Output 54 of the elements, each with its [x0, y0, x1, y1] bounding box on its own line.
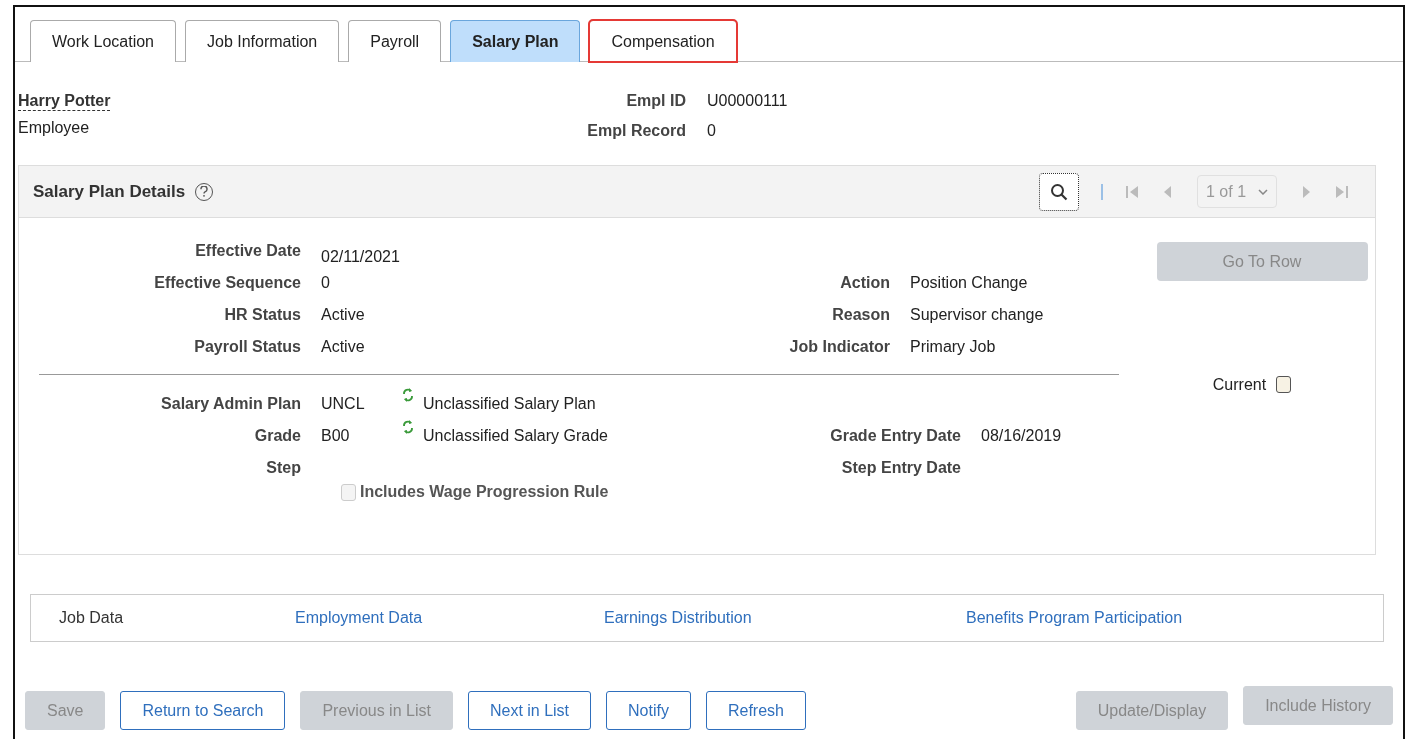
field-value: Active	[321, 338, 366, 356]
field-value: 08/16/2019	[981, 427, 1063, 445]
page-link[interactable]: Benefits Program Participation	[966, 609, 1183, 627]
tab[interactable]: Payroll	[348, 20, 442, 62]
field-value: B00	[321, 427, 351, 445]
first-page-icon[interactable]	[1125, 183, 1139, 200]
field-label: Payroll Status	[193, 338, 301, 356]
field-label: Effective Sequence	[153, 274, 301, 292]
employee-type: Employee	[18, 119, 90, 137]
checkbox-label: Includes Wage Progression Rule	[360, 483, 609, 501]
field-label: Grade Entry Date	[829, 427, 961, 445]
field-label: Job Indicator	[788, 338, 890, 356]
field-label: Grade	[253, 427, 301, 445]
tab[interactable]: Compensation	[589, 20, 737, 62]
field-label: Salary Admin Plan	[160, 395, 301, 413]
field-label: HR Status	[223, 306, 301, 324]
field-value: Supervisor change	[910, 306, 1045, 324]
last-page-icon[interactable]	[1335, 183, 1349, 200]
search-button[interactable]	[1039, 172, 1079, 211]
action-button[interactable]: Return to Search	[120, 691, 286, 730]
checkbox[interactable]	[1276, 376, 1292, 393]
chevron-down-icon	[1258, 188, 1268, 195]
field-value: Position Change	[910, 274, 1029, 292]
field-value: 02/11/2021	[321, 248, 401, 266]
tab[interactable]: Work Location	[30, 20, 176, 62]
page-link[interactable]: Employment Data	[295, 609, 423, 627]
field-label: Reason	[831, 306, 890, 324]
action-button[interactable]: Notify	[606, 691, 691, 730]
field-description: Unclassified Salary Plan	[423, 395, 596, 413]
action-button[interactable]: Next in List	[467, 691, 592, 730]
field-description: Unclassified Salary Grade	[423, 427, 608, 445]
refresh-icon	[401, 387, 415, 403]
field-label: Step	[265, 459, 301, 477]
field-label: Empl ID	[625, 92, 686, 110]
field-label: Step Entry Date	[840, 459, 961, 477]
page-link[interactable]: Job Data	[59, 609, 124, 627]
field-value: UNCL	[321, 395, 366, 413]
field-value: 0	[707, 122, 717, 140]
page-link[interactable]: Earnings Distribution	[604, 609, 752, 627]
action-button[interactable]: Refresh	[705, 691, 806, 730]
refresh-icon	[401, 419, 415, 435]
field-value: 0	[321, 274, 331, 292]
checkbox-label: Current	[1212, 376, 1267, 394]
panel-title: Salary Plan Details	[33, 181, 186, 202]
employee-name[interactable]: Harry Potter	[18, 92, 111, 111]
field-value: Active	[321, 306, 366, 324]
field-label: Effective Date	[194, 242, 301, 260]
field-value: U00000111	[707, 92, 788, 110]
field-label: Action	[839, 274, 890, 292]
tab[interactable]: Salary Plan	[450, 20, 581, 62]
field-value: Primary Job	[910, 338, 997, 356]
tab[interactable]: Job Information	[185, 20, 340, 62]
field-label: Empl Record	[586, 122, 686, 140]
search-icon	[1050, 182, 1068, 201]
